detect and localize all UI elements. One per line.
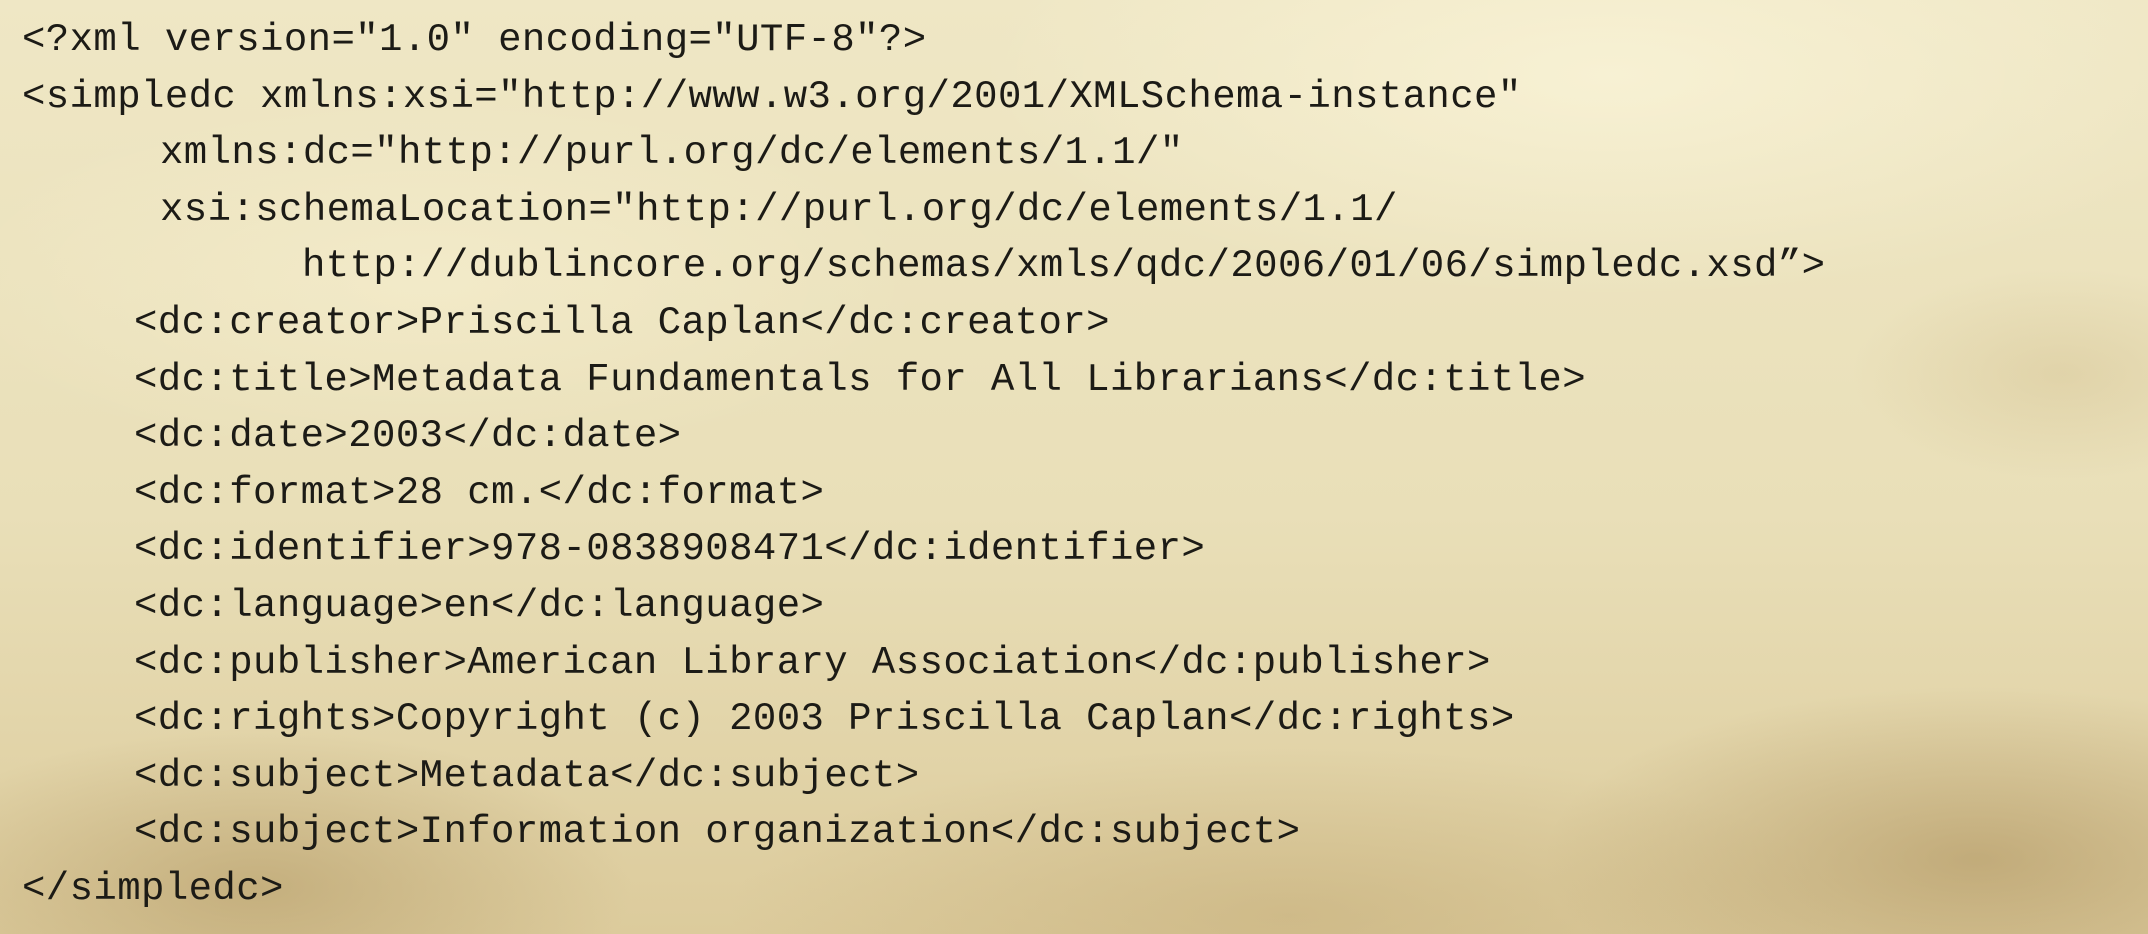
xmlns-dc-attribute-line: xmlns:dc="http://purl.org/dc/elements/1.… [160,131,1184,176]
schema-location-url-line: http://dublincore.org/schemas/xmls/qdc/2… [302,244,1826,289]
dc-subject-line: <dc:subject>Metadata</dc:subject> [134,753,920,798]
dc-creator-line: <dc:creator>Priscilla Caplan</dc:creator… [134,300,1110,345]
dc-subject-line: <dc:subject>Information organization</dc… [134,810,1301,855]
dc-date-line: <dc:date>2003</dc:date> [134,414,682,459]
simpledc-close-tag-line: </simpledc> [22,866,284,911]
dc-title-line: <dc:title>Metadata Fundamentals for All … [134,357,1587,402]
xml-code-listing: <?xml version="1.0" encoding="UTF-8"?> <… [22,12,1825,918]
simpledc-open-tag-line: <simpledc xmlns:xsi="http://www.w3.org/2… [22,74,1522,119]
schema-location-attribute-line: xsi:schemaLocation="http://purl.org/dc/e… [160,187,1398,232]
xml-declaration-line: <?xml version="1.0" encoding="UTF-8"?> [22,18,927,62]
dc-rights-line: <dc:rights>Copyright (c) 2003 Priscilla … [134,697,1515,742]
dc-format-line: <dc:format>28 cm.</dc:format> [134,470,825,515]
dc-language-line: <dc:language>en</dc:language> [134,583,825,628]
dc-publisher-line: <dc:publisher>American Library Associati… [134,640,1491,685]
dc-identifier-line: <dc:identifier>978-0838908471</dc:identi… [134,527,1206,572]
